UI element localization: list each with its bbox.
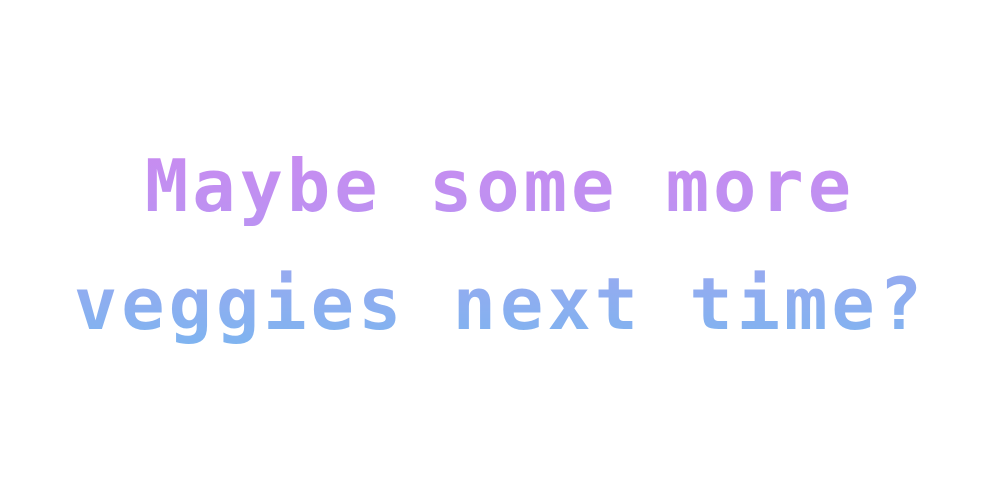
message-line-1: Maybe some more <box>74 127 926 245</box>
message-line-2: veggies next time? <box>74 245 926 363</box>
message-stage: Maybe some more veggies next time? <box>0 0 1000 500</box>
pixel-message: Maybe some more veggies next time? <box>74 127 926 363</box>
